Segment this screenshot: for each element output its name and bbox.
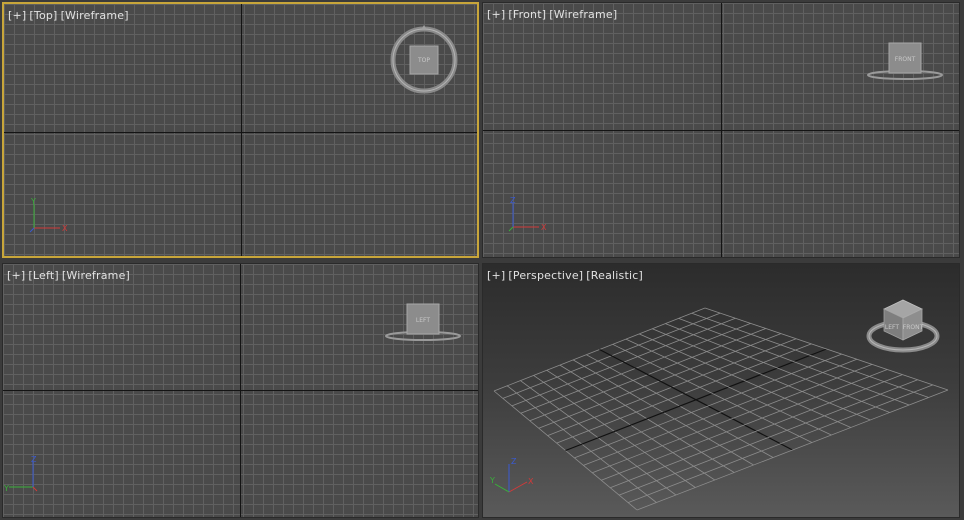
viewport-plus-menu[interactable]: [+] (8, 9, 26, 22)
axis-tripod: X Z Y (489, 457, 534, 493)
grid-line (625, 338, 832, 436)
viewport-plus-menu[interactable]: [+] (487, 8, 505, 21)
viewcube[interactable]: TOP (388, 22, 460, 94)
viewport-view-menu[interactable]: [Front] (508, 8, 546, 21)
viewcube-face-label: FRONT (895, 56, 916, 63)
viewcube-face-label-left: LEFT (885, 324, 899, 331)
viewport-label: [+] [Front] [Wireframe] (487, 8, 617, 21)
axis-z-label: Z (511, 457, 517, 466)
axis-tripod: Y Z (3, 455, 38, 493)
grid-line (612, 343, 813, 443)
viewport-shading-menu[interactable]: [Wireframe] (549, 8, 617, 21)
axis-x-label: X (541, 223, 547, 232)
axis-x-label: X (62, 224, 68, 233)
viewcube-face-label: LEFT (416, 317, 430, 324)
grid-line (652, 328, 871, 421)
viewport-perspective[interactable]: [+] [Perspective] [Realistic] LEFT FRONT… (482, 263, 960, 518)
viewcube[interactable]: FRONT (865, 39, 945, 83)
viewport-shading-menu[interactable]: [Realistic] (586, 269, 643, 282)
viewport-label: [+] [Perspective] [Realistic] (487, 269, 643, 282)
viewport-shading-menu[interactable]: [Wireframe] (61, 9, 129, 22)
viewcube[interactable]: LEFT (383, 300, 463, 344)
axis-y-label: Y (3, 484, 9, 493)
viewport-plus-menu[interactable]: [+] (7, 269, 25, 282)
grid-axis-vertical (721, 3, 722, 257)
viewport-left[interactable]: [+] [Left] [Wireframe] LEFT Y Z (2, 263, 479, 518)
axis-z-label: Z (31, 455, 37, 464)
viewport-view-menu[interactable]: [Left] (28, 269, 58, 282)
axis-tripod: X Z (508, 196, 547, 232)
grid-axis-vertical (241, 4, 242, 256)
viewport-shading-menu[interactable]: [Wireframe] (62, 269, 130, 282)
viewport-front[interactable]: [+] [Front] [Wireframe] FRONT X Z (482, 2, 960, 258)
axis-z-label: Z (510, 196, 516, 205)
viewcube-face-label-front: FRONT (903, 324, 924, 331)
viewport-view-menu[interactable]: [Perspective] (508, 269, 583, 282)
viewcube[interactable]: LEFT FRONT (865, 292, 943, 358)
viewcube-face-label: TOP (417, 57, 430, 64)
axis-x-label: X (528, 477, 534, 486)
viewport-plus-menu[interactable]: [+] (487, 269, 505, 282)
viewport-view-menu[interactable]: [Top] (29, 9, 57, 22)
axis-y-label: Y (30, 197, 36, 206)
axis-tripod: X Y (29, 197, 68, 233)
viewport-top[interactable]: [+] [Top] [Wireframe] TOP X Y (2, 2, 479, 258)
viewport-label: [+] [Top] [Wireframe] (8, 9, 129, 22)
axis-y-label: Y (489, 476, 495, 485)
viewport-label: [+] [Left] [Wireframe] (7, 269, 130, 282)
grid-axis-vertical (240, 264, 241, 517)
